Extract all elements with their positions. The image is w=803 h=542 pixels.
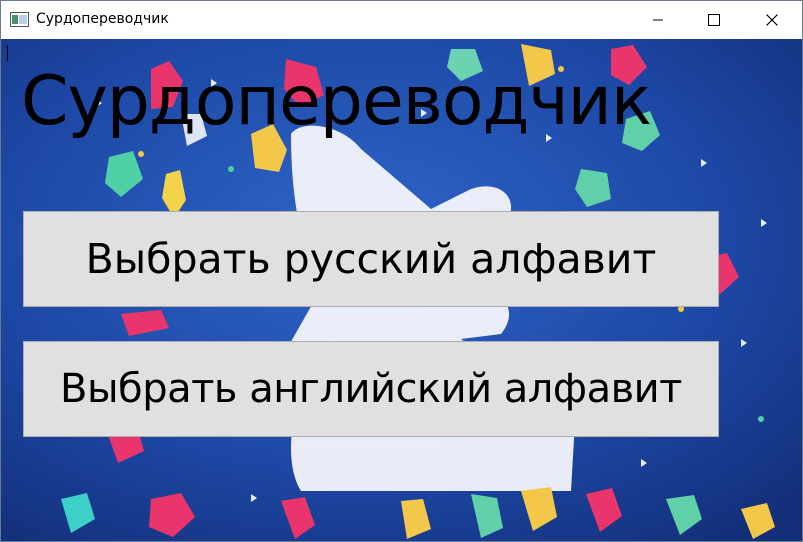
text-cursor xyxy=(7,45,8,61)
window-title: Сурдопереводчик xyxy=(36,11,169,27)
select-english-alphabet-button[interactable]: Выбрать английский алфавит xyxy=(23,341,719,437)
close-button[interactable] xyxy=(743,1,801,39)
title-bar[interactable]: Сурдопереводчик xyxy=(1,1,802,39)
page-title: Сурдопереводчик xyxy=(21,62,652,141)
close-icon xyxy=(766,14,778,26)
maximize-button[interactable] xyxy=(685,1,743,39)
client-area: Сурдопереводчик Выбрать русский алфавит … xyxy=(1,39,802,541)
app-icon xyxy=(10,12,29,27)
maximize-icon xyxy=(708,14,720,26)
app-window: Сурдопереводчик Сурдопереводчик Выбрать … xyxy=(0,0,803,542)
minimize-icon xyxy=(653,19,663,21)
minimize-button[interactable] xyxy=(629,1,687,39)
select-russian-alphabet-button[interactable]: Выбрать русский алфавит xyxy=(23,211,719,307)
